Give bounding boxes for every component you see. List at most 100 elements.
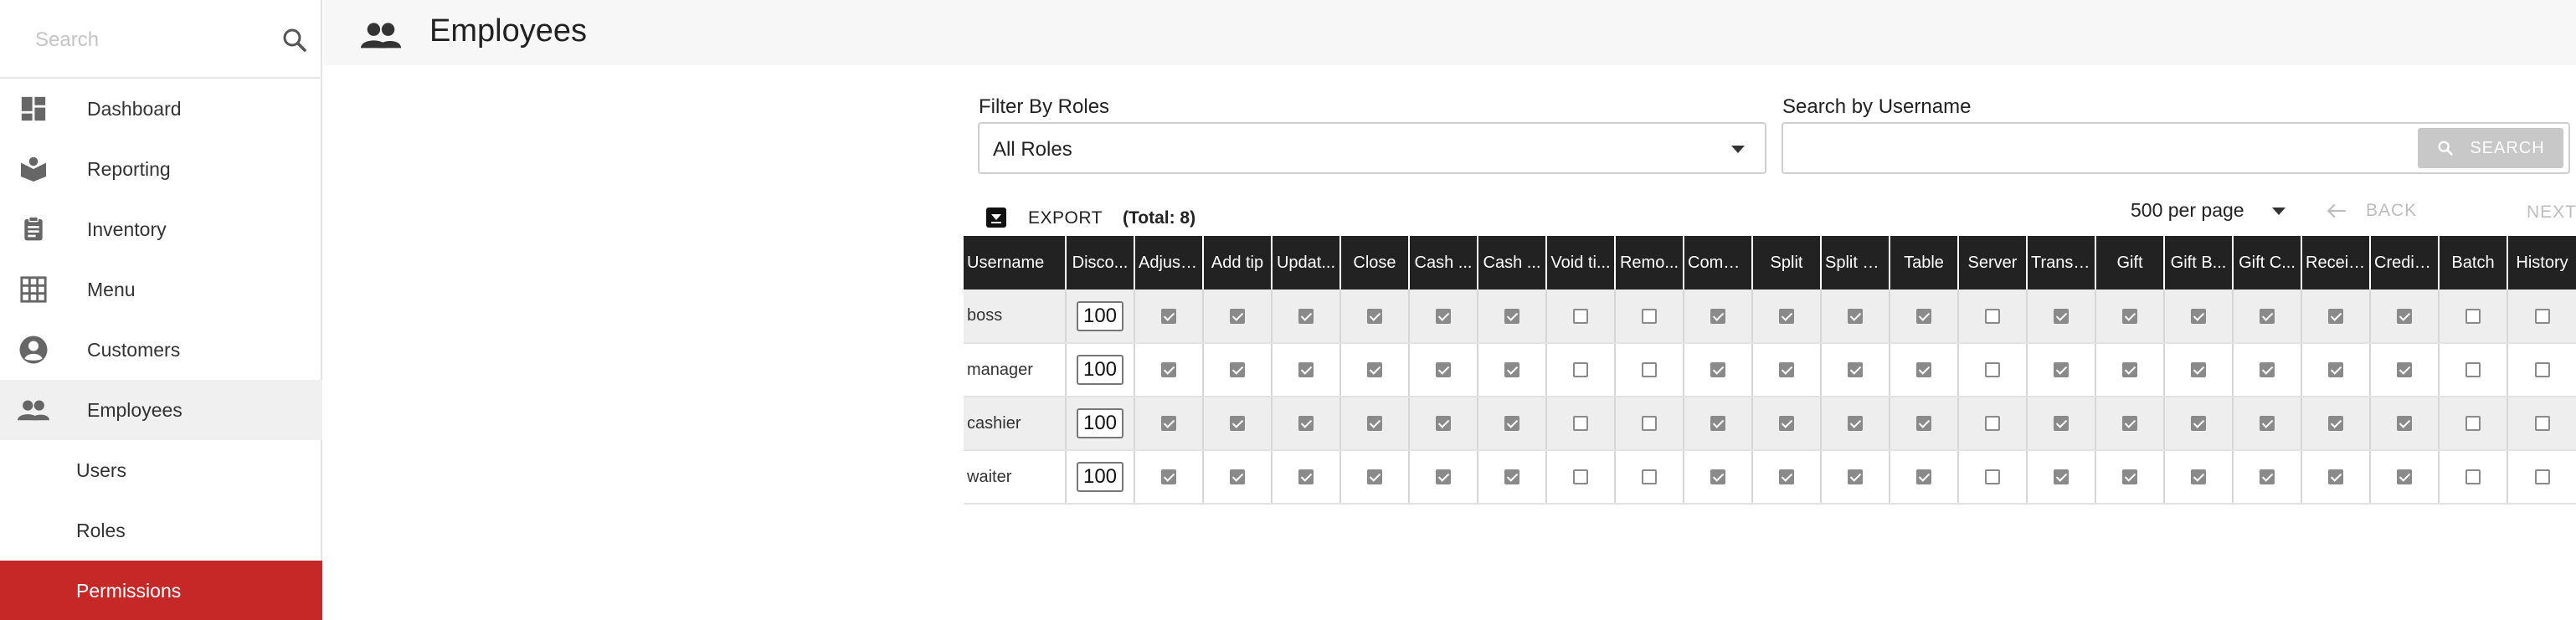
- column-header[interactable]: Cash ...: [1409, 236, 1478, 290]
- permission-checkbox[interactable]: [1504, 416, 1519, 432]
- permission-checkbox[interactable]: [1161, 469, 1176, 485]
- permission-checkbox[interactable]: [2260, 362, 2275, 378]
- permission-checkbox[interactable]: [2534, 416, 2550, 432]
- permission-checkbox[interactable]: [1916, 362, 1931, 378]
- permission-checkbox[interactable]: [2328, 362, 2343, 378]
- column-header[interactable]: Table: [1890, 236, 1959, 290]
- sidebar-subitem-users[interactable]: Users: [0, 440, 322, 500]
- column-header[interactable]: Cash ...: [1478, 236, 1547, 290]
- discount-input[interactable]: 100: [1077, 300, 1123, 331]
- permission-checkbox[interactable]: [2397, 469, 2412, 485]
- column-header[interactable]: Transf...: [2027, 236, 2096, 290]
- sidebar-item-employees[interactable]: Employees: [0, 380, 322, 440]
- permission-checkbox[interactable]: [1298, 308, 1314, 324]
- permission-checkbox[interactable]: [1230, 469, 1245, 485]
- sidebar-item-menu[interactable]: Menu: [0, 259, 322, 320]
- sidebar-item-customers[interactable]: Customers: [0, 320, 322, 380]
- permission-checkbox[interactable]: [1985, 416, 2000, 432]
- permission-checkbox[interactable]: [1161, 308, 1176, 324]
- permission-checkbox[interactable]: [2191, 416, 2206, 432]
- column-header[interactable]: Remo...: [1615, 236, 1684, 290]
- permission-checkbox[interactable]: [2122, 416, 2137, 432]
- sidebar-subitem-permissions[interactable]: Permissions: [0, 561, 322, 620]
- export-button[interactable]: EXPORT: [1028, 208, 1103, 228]
- permission-checkbox[interactable]: [1710, 362, 1725, 378]
- sidebar-search-input[interactable]: [35, 25, 270, 55]
- permission-checkbox[interactable]: [2534, 308, 2550, 324]
- username-search-input[interactable]: [1793, 134, 2404, 164]
- permission-checkbox[interactable]: [1436, 469, 1451, 485]
- permission-checkbox[interactable]: [1985, 362, 2000, 378]
- permission-checkbox[interactable]: [1848, 469, 1863, 485]
- back-button[interactable]: BACK: [2326, 201, 2417, 221]
- roles-filter-select[interactable]: All Roles: [978, 122, 1766, 174]
- chevron-down-icon[interactable]: [2272, 208, 2285, 215]
- permission-checkbox[interactable]: [2054, 362, 2069, 378]
- sidebar-item-reporting[interactable]: Reporting: [0, 139, 322, 199]
- permission-checkbox[interactable]: [1642, 469, 1657, 485]
- column-header[interactable]: Username: [964, 236, 1067, 290]
- permission-checkbox[interactable]: [2054, 308, 2069, 324]
- permission-checkbox[interactable]: [1710, 308, 1725, 324]
- permission-checkbox[interactable]: [2054, 469, 2069, 485]
- permission-checkbox[interactable]: [1367, 469, 1382, 485]
- permission-checkbox[interactable]: [2465, 362, 2481, 378]
- column-header[interactable]: Gift: [2095, 236, 2165, 290]
- column-header[interactable]: Updat...: [1272, 236, 1341, 290]
- permission-checkbox[interactable]: [1779, 416, 1794, 432]
- column-header[interactable]: Close: [1340, 236, 1410, 290]
- sidebar-subitem-roles[interactable]: Roles: [0, 500, 322, 561]
- sidebar-item-dashboard[interactable]: Dashboard: [0, 79, 322, 139]
- permission-checkbox[interactable]: [1367, 308, 1382, 324]
- column-header[interactable]: Server: [1958, 236, 2028, 290]
- permission-checkbox[interactable]: [2534, 362, 2550, 378]
- column-header[interactable]: Disco...: [1066, 236, 1135, 290]
- permission-checkbox[interactable]: [1573, 308, 1588, 324]
- permission-checkbox[interactable]: [2465, 308, 2481, 324]
- permission-checkbox[interactable]: [1916, 416, 1931, 432]
- permission-checkbox[interactable]: [1573, 416, 1588, 432]
- permission-checkbox[interactable]: [1779, 308, 1794, 324]
- permission-checkbox[interactable]: [1436, 416, 1451, 432]
- search-button[interactable]: SEARCH: [2418, 128, 2563, 168]
- permission-checkbox[interactable]: [1298, 362, 1314, 378]
- permission-checkbox[interactable]: [1573, 469, 1588, 485]
- permission-checkbox[interactable]: [1298, 469, 1314, 485]
- permission-checkbox[interactable]: [1848, 308, 1863, 324]
- permission-checkbox[interactable]: [1916, 308, 1931, 324]
- permission-checkbox[interactable]: [2328, 308, 2343, 324]
- permission-checkbox[interactable]: [1230, 416, 1245, 432]
- export-icon[interactable]: [986, 208, 1006, 228]
- permission-checkbox[interactable]: [2260, 308, 2275, 324]
- permission-checkbox[interactable]: [1298, 416, 1314, 432]
- permission-checkbox[interactable]: [1710, 416, 1725, 432]
- permission-checkbox[interactable]: [2122, 308, 2137, 324]
- permission-checkbox[interactable]: [1573, 362, 1588, 378]
- permission-checkbox[interactable]: [1230, 308, 1245, 324]
- permission-checkbox[interactable]: [2328, 469, 2343, 485]
- permission-checkbox[interactable]: [2397, 362, 2412, 378]
- next-button[interactable]: NEXT: [2527, 202, 2576, 223]
- permission-checkbox[interactable]: [1985, 469, 2000, 485]
- sidebar-item-inventory[interactable]: Inventory: [0, 199, 322, 259]
- column-header[interactable]: Split: [1752, 236, 1822, 290]
- permission-checkbox[interactable]: [1779, 469, 1794, 485]
- per-page-select[interactable]: 500 per page: [2131, 199, 2244, 222]
- column-header[interactable]: Add tip: [1203, 236, 1273, 290]
- column-header[interactable]: Split out: [1821, 236, 1890, 290]
- permission-checkbox[interactable]: [2191, 362, 2206, 378]
- permission-checkbox[interactable]: [2054, 416, 2069, 432]
- permission-checkbox[interactable]: [2397, 308, 2412, 324]
- column-header[interactable]: Combi...: [1684, 236, 1753, 290]
- column-header[interactable]: Adjust...: [1134, 236, 1204, 290]
- permission-checkbox[interactable]: [1504, 308, 1519, 324]
- column-header[interactable]: Batch: [2439, 236, 2508, 290]
- permission-checkbox[interactable]: [1436, 308, 1451, 324]
- permission-checkbox[interactable]: [2328, 416, 2343, 432]
- permission-checkbox[interactable]: [2260, 416, 2275, 432]
- permission-checkbox[interactable]: [2465, 469, 2481, 485]
- permission-checkbox[interactable]: [1848, 362, 1863, 378]
- permission-checkbox[interactable]: [2191, 469, 2206, 485]
- permission-checkbox[interactable]: [1642, 308, 1657, 324]
- permission-checkbox[interactable]: [2534, 469, 2550, 485]
